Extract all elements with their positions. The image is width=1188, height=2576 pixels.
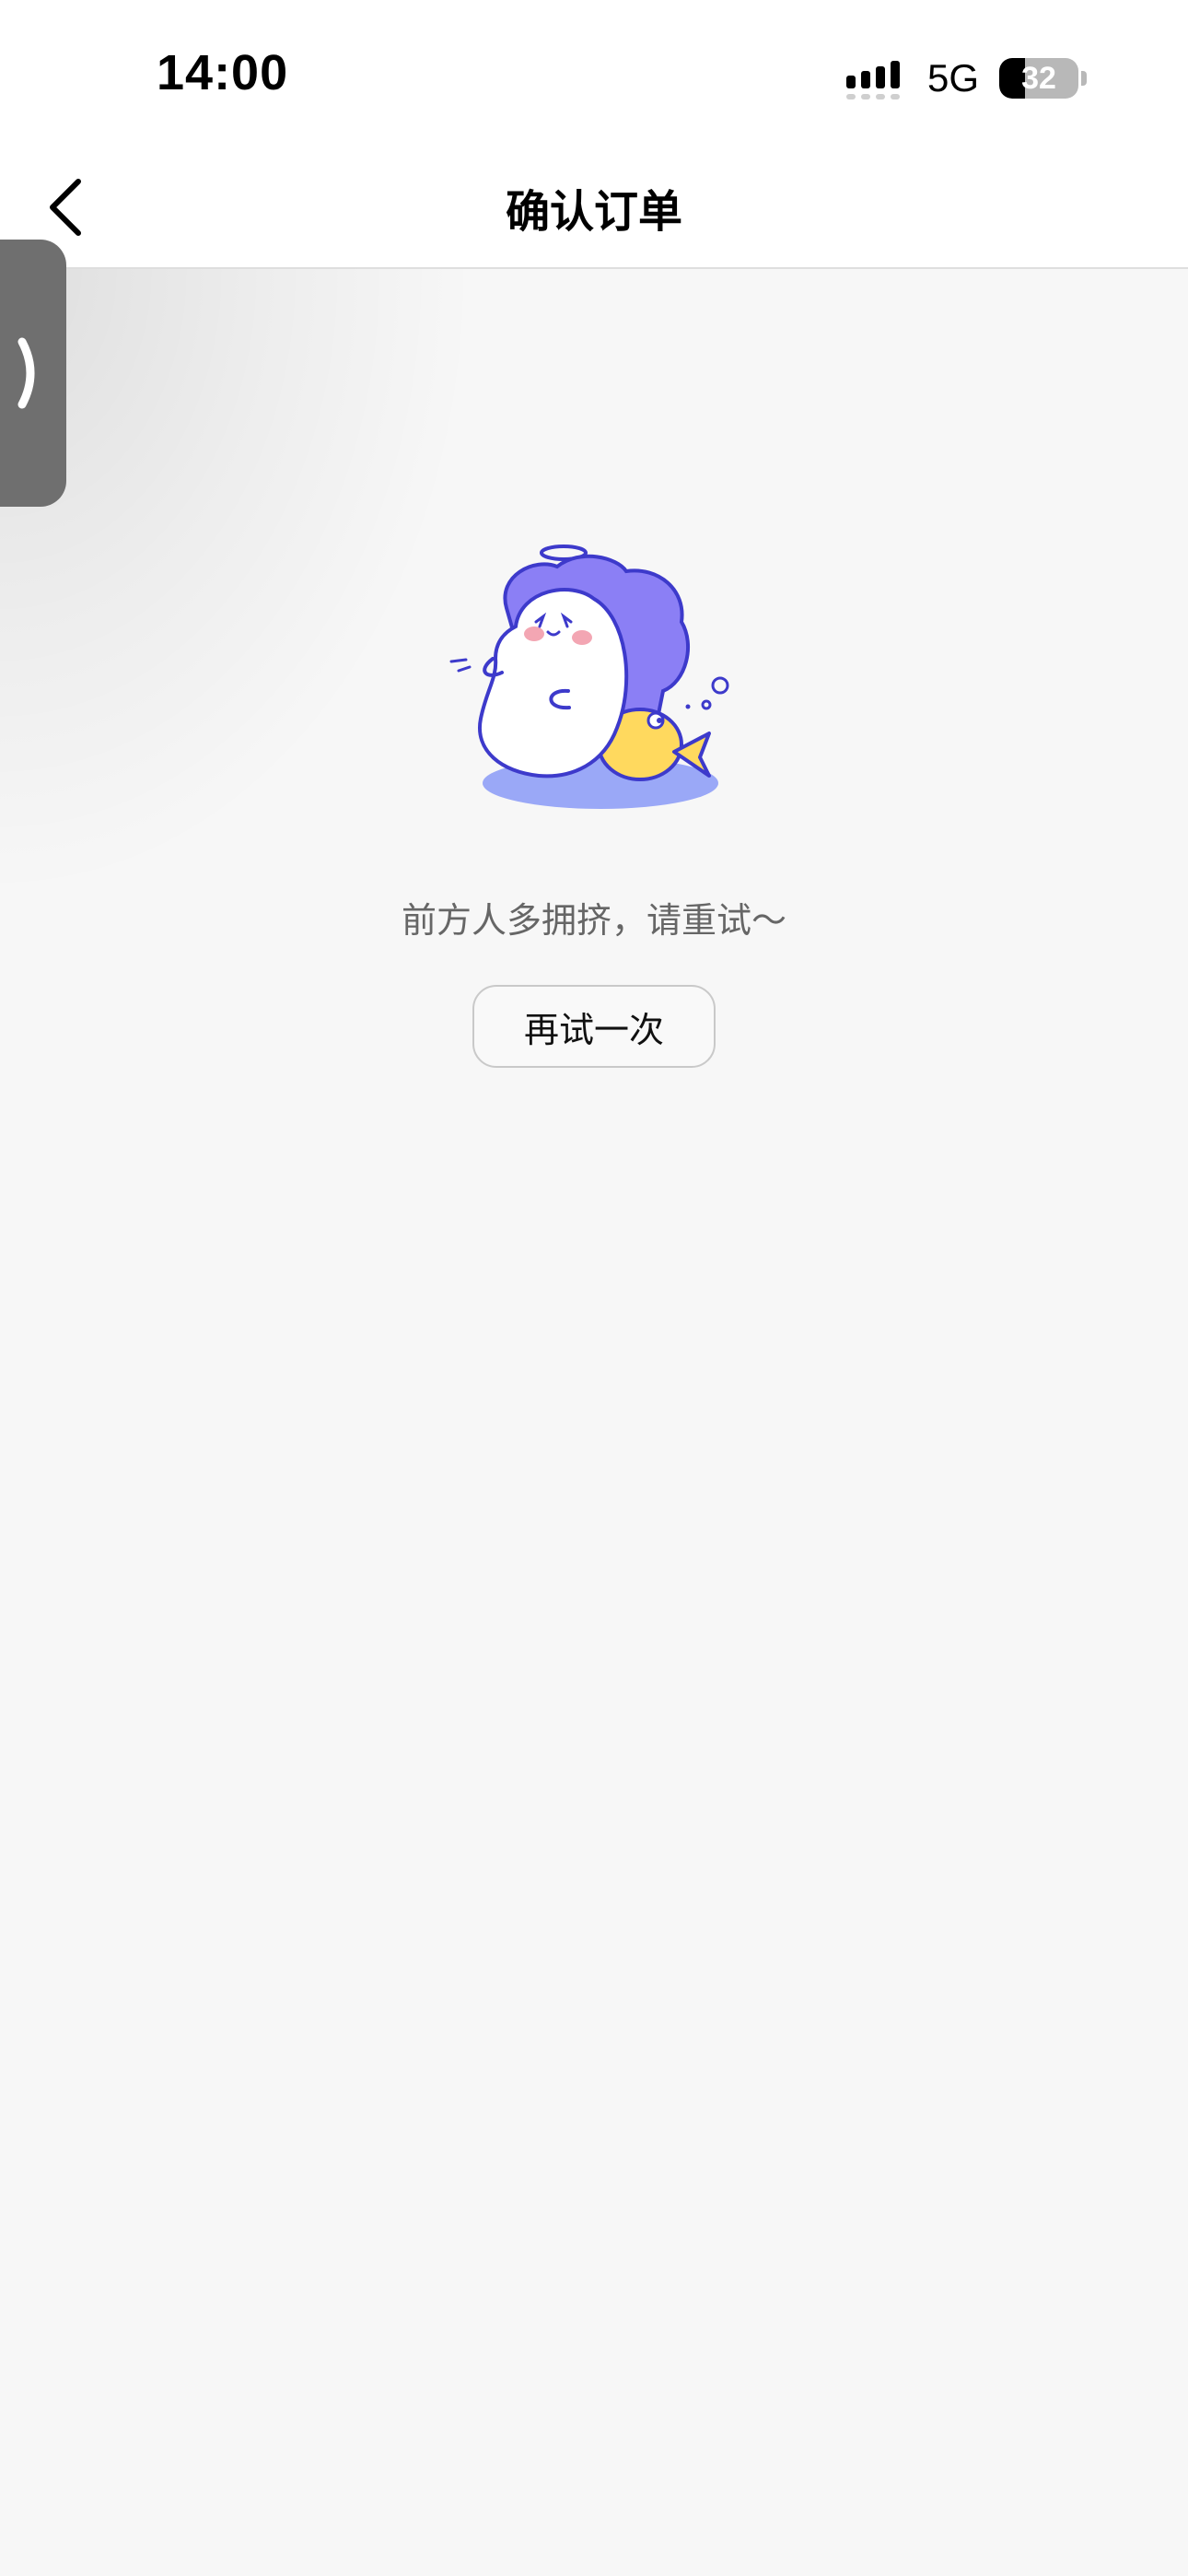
battery-percent: 32 <box>1021 61 1056 96</box>
status-indicators: 5G 32 <box>844 55 1087 101</box>
battery-nub <box>1081 71 1087 86</box>
battery-icon: 32 <box>999 58 1078 99</box>
retry-button[interactable]: 再试一次 <box>472 985 716 1068</box>
header: 14:00 5G 32 确认订单 <box>0 0 1188 269</box>
chevron-right-icon <box>17 337 35 409</box>
error-message: 前方人多拥挤，请重试～ <box>401 900 786 941</box>
side-drawer-tab[interactable] <box>0 240 66 507</box>
busy-mascot-illustration <box>449 544 729 809</box>
page-title: 确认订单 <box>505 186 682 238</box>
cellular-signal-icon <box>845 61 900 100</box>
status-time: 14:00 <box>157 45 289 100</box>
network-type: 5G <box>926 56 979 100</box>
